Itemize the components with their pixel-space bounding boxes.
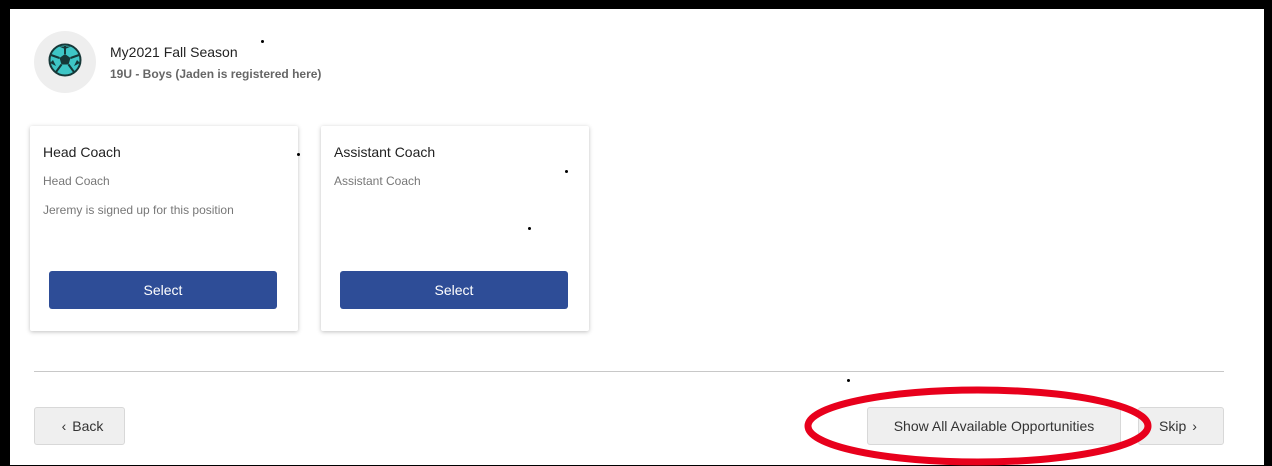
select-button-head-coach[interactable]: Select xyxy=(49,271,277,309)
stray-dot xyxy=(565,170,568,173)
position-card-assistant-coach: Assistant Coach Assistant Coach Select xyxy=(321,126,589,331)
stray-dot xyxy=(297,153,300,156)
position-signup-note: Jeremy is signed up for this position xyxy=(43,203,234,217)
stray-dot xyxy=(261,40,264,43)
registration-panel: My2021 Fall Season 19U - Boys (Jaden is … xyxy=(10,9,1264,465)
position-title: Assistant Coach xyxy=(334,144,436,160)
stray-dot xyxy=(847,379,850,382)
show-all-opportunities-button[interactable]: Show All Available Opportunities xyxy=(867,407,1121,445)
position-card-head-coach: Head Coach Head Coach Jeremy is signed u… xyxy=(30,126,298,331)
skip-button-label: Skip xyxy=(1159,418,1187,434)
chevron-left-icon: ‹ xyxy=(61,418,67,434)
position-subtitle: Assistant Coach xyxy=(334,174,421,188)
chevron-right-icon: › xyxy=(1192,418,1197,434)
select-button-assistant-coach[interactable]: Select xyxy=(340,271,568,309)
season-subtitle: 19U - Boys (Jaden is registered here) xyxy=(110,67,322,81)
skip-button[interactable]: Skip › xyxy=(1138,407,1224,445)
position-subtitle: Head Coach xyxy=(43,174,110,188)
divider xyxy=(34,371,1224,372)
season-header: My2021 Fall Season 19U - Boys (Jaden is … xyxy=(34,31,321,93)
back-button-label: Back xyxy=(72,418,104,434)
position-title: Head Coach xyxy=(43,144,121,160)
soccer-ball-icon xyxy=(48,43,82,82)
back-button[interactable]: ‹ Back xyxy=(34,407,125,445)
season-avatar xyxy=(34,31,96,93)
season-info: My2021 Fall Season 19U - Boys (Jaden is … xyxy=(110,43,321,81)
season-title: My2021 Fall Season xyxy=(110,44,238,60)
stray-dot xyxy=(528,227,531,230)
